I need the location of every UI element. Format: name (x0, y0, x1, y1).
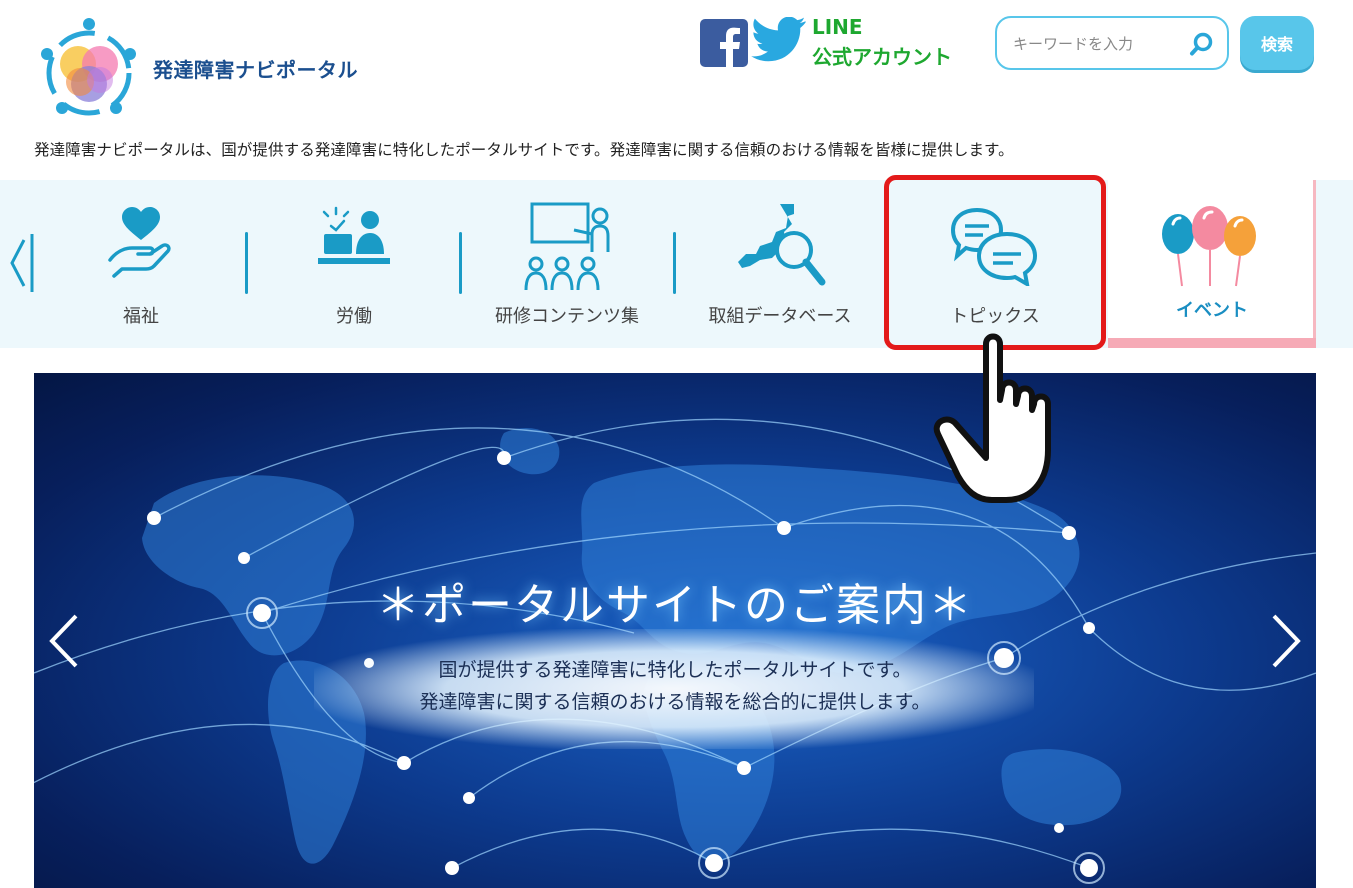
nav-item-events[interactable]: イベント (1108, 180, 1316, 348)
site-logo-icon[interactable] (34, 16, 144, 126)
nav-label-events: イベント (1176, 300, 1248, 321)
banner-description-line-2: 発達障害に関する信頼のおける情報を総合的に提供します。 (419, 691, 931, 713)
nav-label-training-contents: 研修コンテンツ集 (495, 306, 639, 327)
hero-carousel[interactable]: ＊ポータルサイトのご案内＊ 国が提供する発達障害に特化したポータルサイトです。 … (34, 373, 1316, 888)
carousel-next-arrow-icon[interactable] (1268, 612, 1304, 670)
site-title[interactable]: 発達障害ナビポータル (153, 54, 358, 83)
twitter-bird-icon[interactable] (751, 17, 807, 67)
facebook-icon[interactable] (700, 19, 748, 67)
banner-title: ＊ポータルサイトのご案内＊ (376, 580, 974, 631)
balloons-icon (1162, 206, 1256, 287)
office-worker-icon (318, 206, 390, 264)
nav-item-labor[interactable]: 労働 (248, 180, 460, 348)
carousel-prev-arrow-icon[interactable] (46, 612, 82, 670)
heart-hand-icon (108, 207, 171, 278)
search-input[interactable] (1011, 29, 1185, 59)
search-box[interactable] (995, 16, 1229, 70)
japan-map-search-icon (738, 204, 826, 286)
nav-item-initiatives-database[interactable]: 取組データベース (676, 180, 884, 348)
training-presentation-icon (524, 202, 610, 291)
topics-highlight-box (884, 175, 1106, 350)
banner-description-line-1: 国が提供する発達障害に特化したポータルサイトです。 (438, 659, 912, 681)
nav-prev-arrow-icon[interactable] (8, 232, 34, 294)
search-icon[interactable] (1189, 31, 1215, 57)
official-account-label: 公式アカウント (812, 45, 952, 69)
nav-label-welfare: 福祉 (123, 306, 159, 327)
nav-item-welfare[interactable]: 福祉 (36, 180, 246, 348)
line-official-account-link[interactable]: LINE 公式アカウント (812, 12, 952, 72)
site-tagline: 発達障害ナビポータルは、国が提供する発達障害に特化したポータルサイトです。発達障… (34, 141, 1014, 159)
nav-label-initiatives-database: 取組データベース (708, 306, 852, 327)
nav-item-training-contents[interactable]: 研修コンテンツ集 (462, 180, 672, 348)
hand-pointer-icon (933, 333, 1051, 503)
search-button[interactable]: 検索 (1240, 16, 1314, 70)
line-label: LINE (812, 15, 863, 39)
nav-label-labor: 労働 (336, 306, 372, 327)
